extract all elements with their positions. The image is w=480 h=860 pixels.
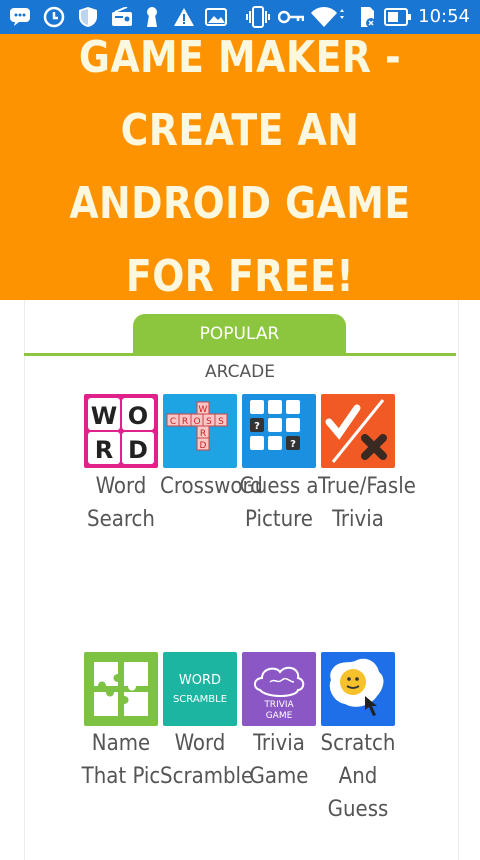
game-label[interactable]: Trivia Game [239, 727, 319, 793]
crossword-icon[interactable]: W C R O S S R D [163, 394, 237, 468]
tile-letter: SCRAMBLE [173, 694, 227, 705]
tile-letter: O [128, 402, 148, 430]
tab-underline [24, 353, 456, 356]
scratch-guess-icon[interactable] [321, 652, 395, 726]
tile-letter: WORD [179, 673, 221, 688]
tile-letter: W [199, 405, 208, 415]
tile-letter: GAME [266, 711, 293, 721]
tile-letter: R [200, 429, 206, 439]
chat-icon [8, 6, 32, 28]
tile-letter: R [95, 436, 113, 464]
word-scramble-icon[interactable]: WORD SCRAMBLE [163, 652, 237, 726]
tab-popular[interactable]: POPULAR [133, 314, 346, 354]
tile-letter: S [206, 417, 212, 427]
game-label[interactable]: True/Fasle Trivia [318, 470, 416, 536]
trivia-game-icon[interactable]: TRIVIA GAME [242, 652, 316, 726]
game-label[interactable]: Guess a Picture [239, 470, 319, 536]
tile-letter: O [193, 417, 200, 427]
game-label[interactable]: Word Search [81, 470, 161, 536]
tile-letter: R [182, 417, 188, 427]
game-label[interactable]: Crossword [160, 470, 263, 503]
true-false-icon[interactable] [321, 394, 395, 468]
game-label[interactable]: Scratch And Guess [318, 727, 398, 826]
tile-letter: D [200, 441, 207, 451]
tile-letter: ? [290, 439, 296, 450]
word-search-icon[interactable]: W O R D [84, 394, 158, 468]
tile-letter: TRIVIA [263, 700, 294, 710]
game-label[interactable]: Word Scramble [160, 727, 253, 793]
tile-letter: S [218, 417, 224, 427]
tile-letter: C [170, 417, 176, 427]
tile-letter: D [128, 436, 148, 464]
banner-title: GAME MAKER - CREATE AN ANDROID GAME FOR … [69, 32, 411, 302]
promo-banner[interactable]: GAME MAKER - CREATE AN ANDROID GAME FOR … [0, 32, 480, 302]
tile-letter: ? [254, 421, 260, 432]
tile-letter: W [91, 402, 117, 430]
guess-picture-icon[interactable]: ? ? [242, 394, 316, 468]
section-heading: ARCADE [205, 362, 275, 382]
name-that-pic-icon[interactable] [84, 652, 158, 726]
game-label[interactable]: Name That Pic [81, 727, 161, 793]
